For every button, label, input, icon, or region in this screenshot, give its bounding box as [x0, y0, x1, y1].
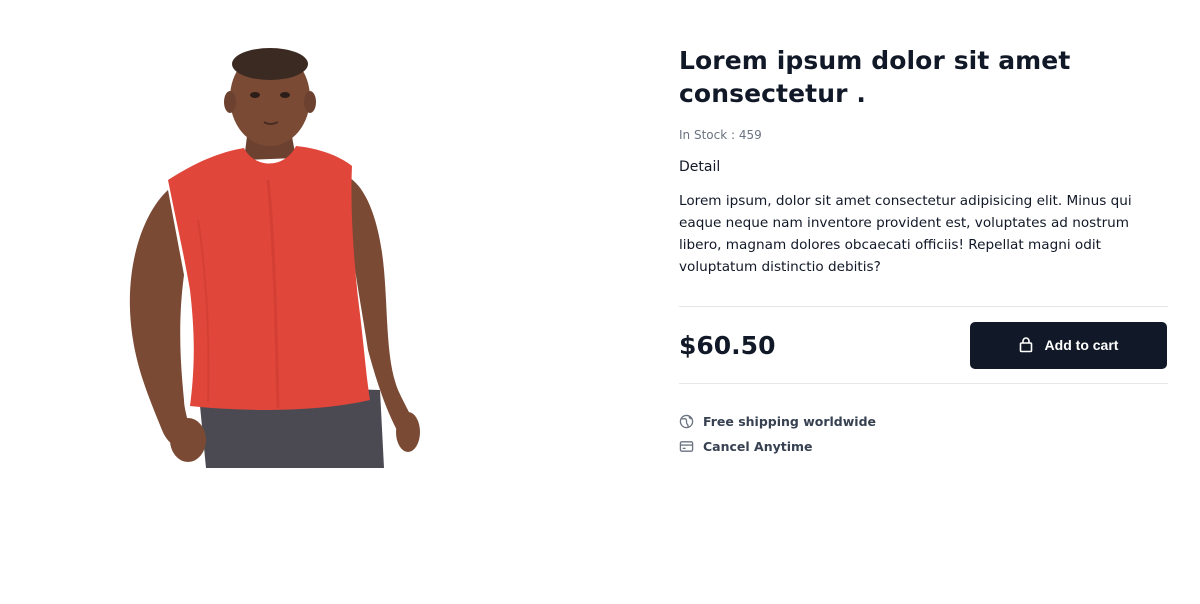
shopping-bag-icon [1019, 337, 1033, 353]
product-image [118, 40, 438, 468]
perk-item: Free shipping worldwide [679, 412, 1168, 430]
stock-status: In Stock : 459 [679, 128, 762, 142]
add-to-cart-label: Add to cart [1044, 337, 1119, 353]
perk-label: Free shipping worldwide [703, 413, 877, 429]
product-price: $60.50 [679, 330, 776, 360]
perk-label: Cancel Anytime [703, 438, 813, 454]
product-details: Lorem ipsum dolor sit amet consectetur .… [679, 44, 1168, 462]
detail-heading: Detail [679, 159, 721, 175]
divider [679, 383, 1168, 384]
product-title: Lorem ipsum dolor sit amet consectetur . [679, 46, 1071, 108]
perk-item: Cancel Anytime [679, 437, 1168, 455]
product-description: Lorem ipsum, dolor sit amet consectetur … [679, 193, 1132, 275]
credit-card-icon [679, 439, 694, 454]
add-to-cart-button[interactable]: Add to cart [970, 321, 1167, 369]
perks-list: Free shipping worldwide Cancel Anytime [679, 412, 1168, 455]
globe-icon [679, 414, 694, 429]
product-page: Lorem ipsum dolor sit amet consectetur .… [0, 0, 1200, 604]
price-row: $60.50 Add to cart [679, 307, 1168, 383]
